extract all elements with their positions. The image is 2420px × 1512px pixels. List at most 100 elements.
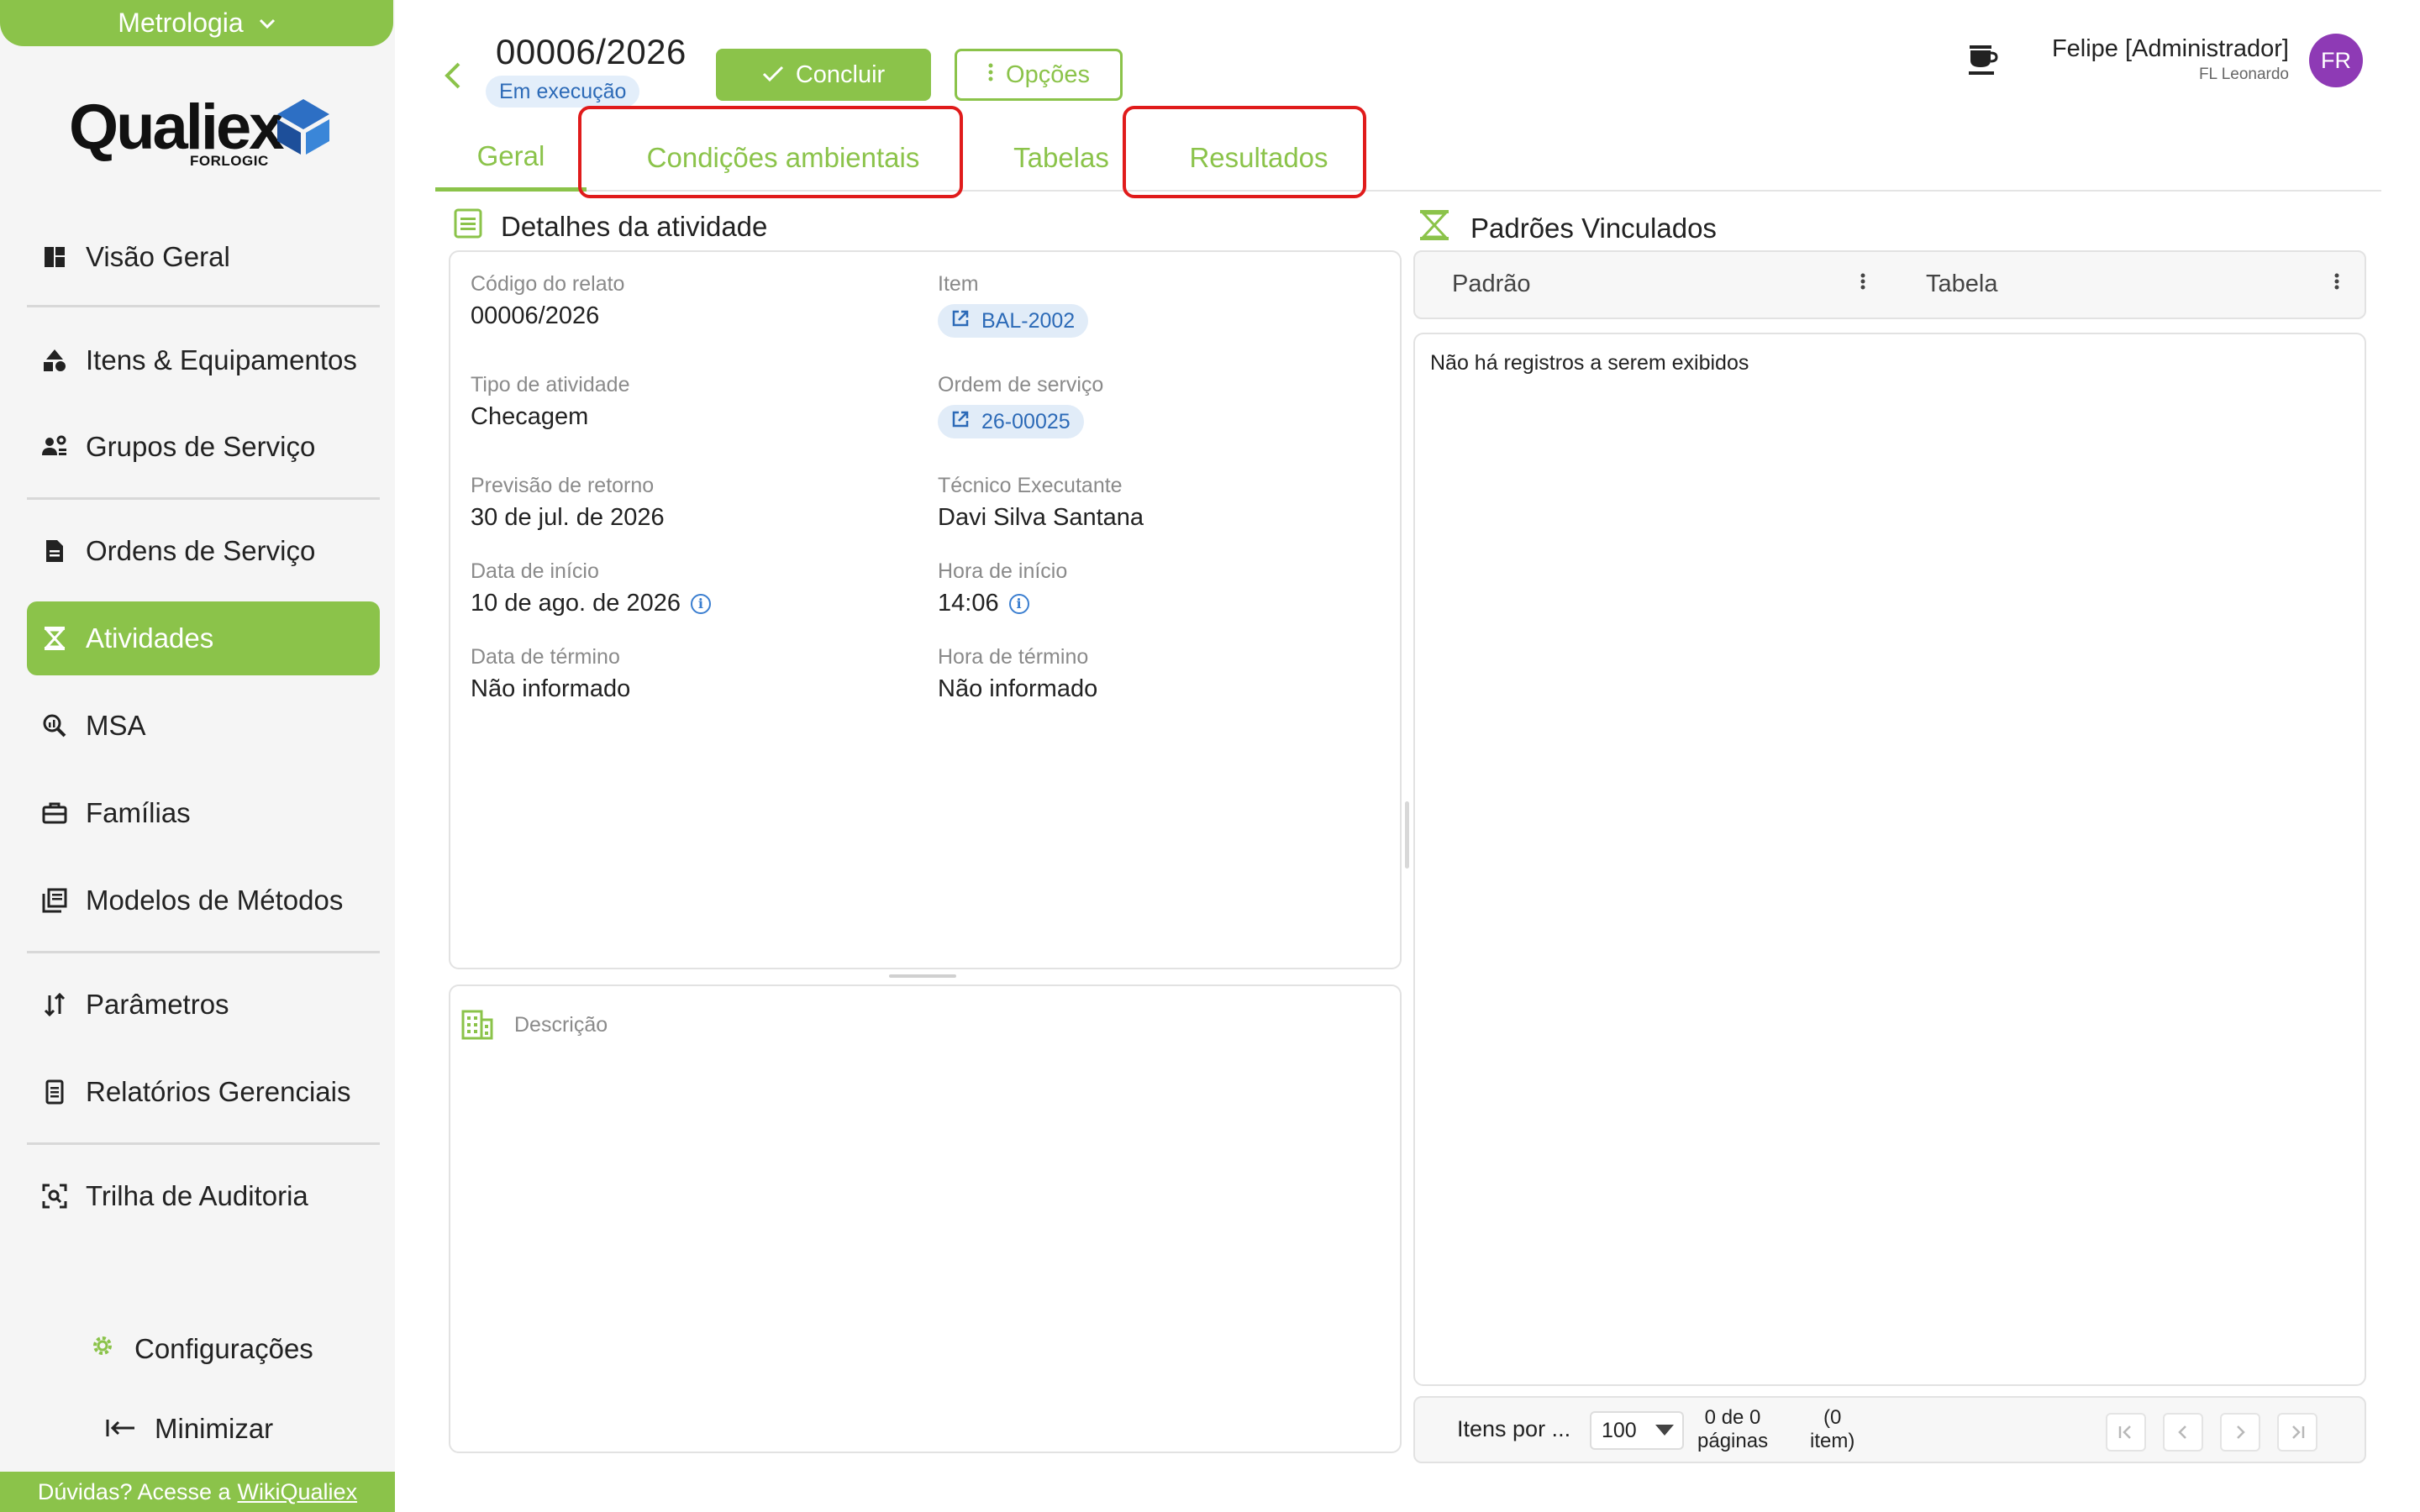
column-header-padrao[interactable]: Padrão [1452, 270, 1531, 298]
item-label: Item [938, 272, 979, 296]
page-count: 0 de 0 páginas [1697, 1406, 1768, 1453]
sidebar-item-visao-geral[interactable]: Visão Geral [27, 220, 380, 294]
details-section-title: Detalhes da atividade [454, 208, 767, 245]
sidebar-item-modelos-metodos[interactable]: Modelos de Métodos [27, 864, 380, 937]
wiki-link[interactable]: WikiQualiex [238, 1479, 358, 1505]
sidebar-item-label: Itens & Equipamentos [86, 344, 357, 375]
people-gear-icon [40, 433, 69, 461]
details-title-text: Detalhes da atividade [501, 211, 768, 242]
activity-type-value: Checagem [471, 403, 589, 430]
next-page-icon[interactable] [2220, 1413, 2260, 1452]
user-name: Felipe [Administrador] [2051, 35, 2289, 62]
conclude-label: Concluir [795, 60, 886, 88]
sidebar-item-label: Visão Geral [86, 241, 230, 272]
logo-mark-icon [277, 99, 329, 155]
divider [27, 497, 380, 500]
empty-message: Não há registros a serem exibidos [1430, 351, 1749, 375]
options-label: Opções [1006, 60, 1090, 88]
standards-section-title: Padrões Vinculados [1417, 208, 1717, 249]
options-button[interactable]: Opções [955, 49, 1123, 101]
start-date-value: 10 de ago. de 2026 [471, 590, 681, 617]
page-count-line1: 0 de 0 [1704, 1406, 1761, 1429]
description-card[interactable]: Descrição [449, 984, 1402, 1453]
report-icon [40, 1078, 69, 1106]
first-page-icon[interactable] [2106, 1413, 2146, 1452]
library-icon [40, 886, 69, 915]
panel-splitter[interactable] [1405, 801, 1409, 869]
column-menu-icon[interactable] [2334, 270, 2339, 297]
sort-arrows-icon [40, 990, 69, 1019]
standards-table-body [1413, 333, 2366, 1386]
sidebar-item-label: Atividades [86, 622, 214, 654]
resize-handle[interactable] [889, 974, 956, 978]
page-title: 00006/2026 [496, 32, 687, 71]
column-menu-icon[interactable] [1860, 270, 1865, 297]
technician-label: Técnico Executante [938, 474, 1123, 497]
sidebar-item-label: MSA [86, 710, 146, 741]
dashboard-icon [40, 243, 69, 271]
sidebar-item-trilha-auditoria[interactable]: Trilha de Auditoria [27, 1159, 380, 1233]
sidebar-item-ordens-servico[interactable]: Ordens de Serviço [27, 514, 380, 588]
hourglass-icon [40, 624, 69, 653]
report-code-value: 00006/2026 [471, 302, 600, 329]
end-date-label: Data de término [471, 645, 620, 669]
conclude-button[interactable]: Concluir [716, 49, 931, 101]
tab-geral[interactable]: Geral [435, 124, 587, 192]
page-size-select[interactable]: 100 [1590, 1411, 1684, 1450]
info-icon[interactable]: i [1008, 593, 1029, 614]
tab-tabelas[interactable]: Tabelas [983, 124, 1139, 192]
start-date-field: 10 de ago. de 2026 i [471, 590, 711, 617]
sidebar-item-label: Relatórios Gerenciais [86, 1076, 351, 1107]
end-date-value: Não informado [471, 675, 631, 702]
end-time-label: Hora de término [938, 645, 1089, 669]
column-header-tabela[interactable]: Tabela [1926, 270, 1997, 298]
minimize-button[interactable]: Minimizar [106, 1413, 273, 1445]
tab-resultados[interactable]: Resultados [1143, 124, 1375, 192]
service-order-chip[interactable]: 26-00025 [938, 405, 1084, 438]
back-button[interactable] [439, 59, 467, 92]
more-vertical-icon [987, 61, 994, 89]
module-selector[interactable]: Metrologia [0, 0, 393, 46]
end-time-value: Não informado [938, 675, 1098, 702]
sidebar-item-parametros[interactable]: Parâmetros [27, 968, 380, 1042]
item-chip[interactable]: BAL-2002 [938, 304, 1089, 338]
building-icon [460, 1008, 494, 1046]
sidebar-item-msa[interactable]: MSA [27, 689, 380, 763]
item-count-line2: item) [1810, 1430, 1855, 1452]
sidebar-item-relatorios[interactable]: Relatórios Gerenciais [27, 1055, 380, 1129]
last-page-icon[interactable] [2277, 1413, 2317, 1452]
sidebar-item-grupos-servico[interactable]: Grupos de Serviço [27, 410, 380, 484]
qualiex-logo: Qualiex FORLOGIC [69, 91, 329, 171]
info-icon[interactable]: i [690, 593, 711, 614]
settings-button[interactable]: Configurações [89, 1332, 313, 1366]
page-size-value: 100 [1602, 1418, 1637, 1442]
return-forecast-label: Previsão de retorno [471, 474, 655, 497]
service-order-label: Ordem de serviço [938, 373, 1104, 396]
divider [27, 951, 380, 953]
sidebar-item-atividades[interactable]: Atividades [27, 601, 380, 675]
document-icon [40, 537, 69, 565]
avatar[interactable]: FR [2309, 34, 2363, 87]
settings-label: Configurações [134, 1333, 313, 1364]
report-code-label: Código do relato [471, 272, 625, 296]
details-card: Código do relato 00006/2026 Item BAL-200… [449, 250, 1402, 969]
pagination-bar: Itens por ... 100 0 de 0 páginas (0 item… [1413, 1396, 2366, 1463]
check-icon [762, 61, 784, 89]
item-value: BAL-2002 [981, 308, 1076, 333]
tab-condicoes-ambientais[interactable]: Condições ambientais [581, 124, 985, 192]
tab-bar: Geral Condições ambientais Tabelas Resul… [435, 124, 2381, 192]
scan-icon [40, 1182, 69, 1210]
user-company: FL Leonardo [2198, 66, 2289, 83]
sidebar: Metrologia Qualiex FORLOGIC Visão Geral … [0, 0, 395, 1512]
caret-down-icon [1655, 1425, 1674, 1436]
status-badge: Em execução [486, 76, 640, 108]
sidebar-item-itens-equipamentos[interactable]: Itens & Equipamentos [27, 323, 380, 397]
coffee-cup-icon[interactable] [1966, 40, 1998, 77]
sidebar-item-label: Modelos de Métodos [86, 885, 344, 916]
standards-title-text: Padrões Vinculados [1470, 213, 1717, 244]
logo-forlogic: FORLOGIC [190, 153, 269, 169]
gear-icon [89, 1332, 116, 1366]
prev-page-icon[interactable] [2163, 1413, 2203, 1452]
sidebar-item-familias[interactable]: Famílias [27, 776, 380, 850]
chevron-down-icon [259, 13, 276, 34]
